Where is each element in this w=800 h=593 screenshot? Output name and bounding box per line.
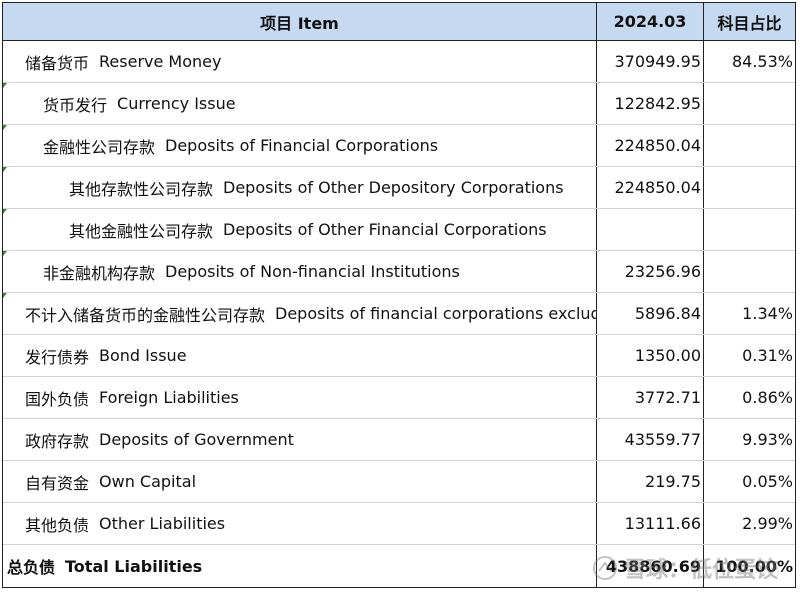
- table-row: 其他金融性公司存款 Deposits of Other Financial Cor…: [3, 209, 795, 251]
- row-label-en: Reserve Money: [99, 52, 222, 71]
- table-row: 非金融机构存款 Deposits of Non-financial Institu…: [3, 251, 795, 293]
- row-label: 自有资金 Own Capital: [3, 461, 597, 502]
- row-label-en: Deposits of Other Depository Corporation…: [223, 178, 564, 197]
- comment-marker-icon: [3, 167, 7, 172]
- row-label-cn: 不计入储备货币的金融性公司存款: [25, 305, 266, 325]
- row-value: 1350.00: [597, 335, 704, 376]
- row-value: 23256.96: [597, 251, 704, 292]
- row-value: 224850.04: [597, 125, 704, 166]
- table-row: 金融性公司存款 Deposits of Financial Corporation…: [3, 125, 795, 167]
- row-label-cn: 储备货币: [25, 53, 90, 73]
- row-label: 不计入储备货币的金融性公司存款 Deposits of financial cor…: [3, 293, 597, 334]
- liabilities-table: 项目 Item 2024.03 科目占比 储备货币 Reserve Money 3…: [2, 2, 796, 588]
- row-share: 0.05%: [742, 472, 793, 491]
- row-label-cn: 其他金融性公司存款: [69, 221, 214, 241]
- row-share: 9.93%: [742, 430, 793, 449]
- row-label: 其他金融性公司存款 Deposits of Other Financial Cor…: [3, 209, 597, 250]
- row-label-en: Foreign Liabilities: [99, 388, 239, 407]
- row-label: 发行债券 Bond Issue: [3, 335, 597, 376]
- row-share: 100.00%: [715, 556, 793, 576]
- header-share: 科目占比: [717, 13, 782, 33]
- table-row: 政府存款 Deposits of Government 43559.77 9.93…: [3, 419, 795, 461]
- table-row: 其他负债 Other Liabilities 13111.66 2.99%: [3, 503, 795, 545]
- header-period: 2024.03: [597, 3, 704, 40]
- row-label-cn: 自有资金: [25, 473, 90, 493]
- row-share: 0.31%: [742, 346, 793, 365]
- row-share: [704, 83, 795, 124]
- row-label: 非金融机构存款 Deposits of Non-financial Institu…: [3, 251, 597, 292]
- row-label-cn: 货币发行: [43, 95, 108, 115]
- table-row: 不计入储备货币的金融性公司存款 Deposits of financial cor…: [3, 293, 795, 335]
- table-header-row: 项目 Item 2024.03 科目占比: [3, 3, 795, 41]
- table-row: 发行债券 Bond Issue 1350.00 0.31%: [3, 335, 795, 377]
- row-share: [704, 125, 795, 166]
- row-label: 储备货币 Reserve Money: [3, 41, 597, 82]
- row-label: 国外负债 Foreign Liabilities: [3, 377, 597, 418]
- table-row: 储备货币 Reserve Money 370949.95 84.53%: [3, 41, 795, 83]
- row-label-en: Deposits of Other Financial Corporations: [223, 220, 547, 239]
- row-label-cn: 政府存款: [25, 431, 90, 451]
- table-row: 自有资金 Own Capital 219.75 0.05%: [3, 461, 795, 503]
- row-label-cn: 总负债: [7, 558, 56, 577]
- row-share: [704, 167, 795, 208]
- row-label-en: Bond Issue: [99, 346, 187, 365]
- table-row: 其他存款性公司存款 Deposits of Other Depository Co…: [3, 167, 795, 209]
- row-share: [704, 209, 795, 250]
- comment-marker-icon: [3, 293, 7, 298]
- row-value: 122842.95: [597, 83, 704, 124]
- row-label: 其他存款性公司存款 Deposits of Other Depository Co…: [3, 167, 597, 208]
- row-label: 金融性公司存款 Deposits of Financial Corporation…: [3, 125, 597, 166]
- row-value: 224850.04: [597, 167, 704, 208]
- comment-marker-icon: [3, 83, 7, 88]
- row-value: 370949.95: [597, 41, 704, 82]
- row-label-en: Deposits of Non-financial Institutions: [165, 262, 460, 281]
- header-item: 项目 Item: [3, 3, 597, 40]
- row-label-en: Currency Issue: [117, 94, 236, 113]
- row-label-cn: 其他负债: [25, 515, 90, 535]
- row-share: 2.99%: [742, 514, 793, 533]
- row-value: 219.75: [597, 461, 704, 502]
- table-row-total: 总负债 Total Liabilities 438860.69 100.00%: [3, 545, 795, 587]
- row-label: 其他负债 Other Liabilities: [3, 503, 597, 544]
- table-row: 货币发行 Currency Issue 122842.95: [3, 83, 795, 125]
- row-label-en: Own Capital: [99, 472, 197, 491]
- row-label-cn: 发行债券: [25, 347, 90, 367]
- row-label: 政府存款 Deposits of Government: [3, 419, 597, 460]
- row-value: 13111.66: [597, 503, 704, 544]
- row-label: 总负债 Total Liabilities: [3, 545, 597, 587]
- row-value: 438860.69: [597, 545, 704, 587]
- row-value: 5896.84: [597, 293, 704, 334]
- row-label-cn: 国外负债: [25, 389, 90, 409]
- row-share: 1.34%: [742, 304, 793, 323]
- row-share: 0.86%: [742, 388, 793, 407]
- row-label-cn: 金融性公司存款: [43, 137, 156, 157]
- row-share: [704, 251, 795, 292]
- row-label-cn: 非金融机构存款: [43, 263, 156, 283]
- row-label: 货币发行 Currency Issue: [3, 83, 597, 124]
- row-label-cn: 其他存款性公司存款: [69, 179, 214, 199]
- row-value: 43559.77: [597, 419, 704, 460]
- row-value: 3772.71: [597, 377, 704, 418]
- row-value: [597, 209, 704, 250]
- comment-marker-icon: [3, 251, 7, 256]
- row-label-en: Other Liabilities: [99, 514, 226, 533]
- row-label-en: Total Liabilities: [65, 556, 203, 576]
- row-label-en: Deposits of Financial Corporations: [165, 136, 439, 155]
- comment-marker-icon: [3, 125, 7, 130]
- row-share: 84.53%: [731, 52, 793, 71]
- comment-marker-icon: [3, 209, 7, 214]
- table-row: 国外负债 Foreign Liabilities 3772.71 0.86%: [3, 377, 795, 419]
- row-label-en: Deposits of financial corporations exclu…: [275, 304, 596, 323]
- row-label-en: Deposits of Government: [99, 430, 294, 449]
